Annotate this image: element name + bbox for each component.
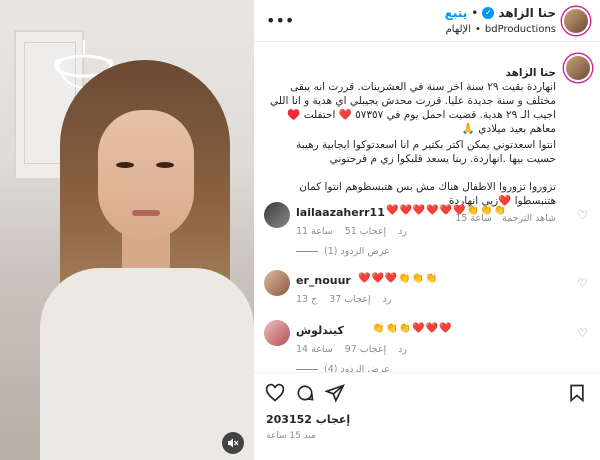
heart-icon[interactable] <box>264 383 286 405</box>
right-eye <box>156 162 174 168</box>
mouth <box>132 210 160 216</box>
volume-muted-icon[interactable] <box>222 432 244 454</box>
separator-dot: • <box>471 6 479 20</box>
caption-author[interactable]: حنا الزاهد <box>506 67 556 79</box>
likes-count[interactable]: 203152 إعجاب <box>266 413 350 426</box>
subtitle: الإلهام <box>445 24 471 35</box>
comment-item: lailaazaherr11 ❤️❤️❤️❤️❤️❤️👏👏👏 ساعة 11 إ… <box>254 202 600 262</box>
comments-scroll-area[interactable]: حنا الزاهد انهاردة بقيت ٢٩ سنة اخر سنة ف… <box>254 42 600 372</box>
comment-time: ج 13 <box>296 294 318 305</box>
separator-dot-2: • <box>474 24 481 35</box>
comment-avatar[interactable] <box>264 270 290 296</box>
comment-likes[interactable]: إعجاب 37 <box>329 294 370 305</box>
view-replies-label: عرض الردود (4) <box>324 364 390 372</box>
comment-like-heart-icon[interactable]: ♡ <box>577 276 588 290</box>
comment-meta: ج 13 إعجاب 37 رد <box>296 294 391 305</box>
comment-avatar[interactable] <box>264 320 290 346</box>
comment-username[interactable]: lailaazaherr11 <box>296 206 385 219</box>
post-header: ••• حنا الزاهد ✓ • يتبع الإلهام • bdProd… <box>254 0 600 42</box>
follow-button[interactable]: يتبع <box>445 6 468 20</box>
reply-button[interactable]: رد <box>383 294 392 305</box>
author-subline: الإلهام • bdProductions <box>445 24 556 35</box>
comment-username[interactable]: er_nouur <box>296 274 351 287</box>
author-line: حنا الزاهد ✓ • يتبع <box>445 6 556 20</box>
author-name[interactable]: حنا الزاهد <box>498 6 556 20</box>
comment-time: ساعة 11 <box>296 226 333 237</box>
comment-time: ساعة 14 <box>296 344 333 355</box>
posted-time: منذ 15 ساعة <box>266 431 316 441</box>
comment-text: ❤️❤️❤️❤️❤️❤️👏👏👏 <box>386 205 508 216</box>
author-block: حنا الزاهد ✓ • يتبع الإلهام • bdProducti… <box>445 6 556 35</box>
post-actions: 203152 إعجاب منذ 15 ساعة <box>254 372 600 460</box>
collaborator-link[interactable]: bdProductions <box>485 24 556 35</box>
left-eye <box>116 162 134 168</box>
post-modal: ••• حنا الزاهد ✓ • يتبع الإلهام • bdProd… <box>0 0 600 460</box>
caption-avatar[interactable] <box>564 54 592 82</box>
comment-avatar[interactable] <box>264 202 290 228</box>
reply-button[interactable]: رد <box>398 344 407 355</box>
comment-text: 👏👏👏❤️❤️❤️ <box>372 323 453 334</box>
more-horizontal-icon[interactable]: ••• <box>266 12 294 30</box>
comment-icon[interactable] <box>294 383 316 405</box>
replies-divider-line <box>296 251 318 252</box>
post-side-panel: ••• حنا الزاهد ✓ • يتبع الإلهام • bdProd… <box>254 0 600 460</box>
comment-like-heart-icon[interactable]: ♡ <box>577 208 588 222</box>
comment-likes[interactable]: إعجاب 51 <box>345 226 386 237</box>
video-frame <box>0 0 254 460</box>
caption-text-1: انهاردة بقيت ٢٩ سنة اخر سنة في العشرينات… <box>270 81 556 135</box>
share-icon[interactable] <box>324 383 346 405</box>
comment-username[interactable]: كيندلوش <box>296 324 344 337</box>
bookmark-icon[interactable] <box>566 383 588 405</box>
caption-paragraph-1: حنا الزاهد انهاردة بقيت ٢٩ سنة اخر سنة ف… <box>266 52 556 136</box>
sweater-shape <box>40 268 254 460</box>
comment-meta: ساعة 11 إعجاب 51 رد <box>296 226 407 237</box>
view-replies-button[interactable]: عرض الردود (1) <box>296 246 390 257</box>
face-shape <box>98 110 194 240</box>
comment-text: ❤️❤️❤️👏👏👏 <box>358 273 439 284</box>
reply-button[interactable]: رد <box>398 226 407 237</box>
view-replies-button[interactable]: عرض الردود (4) <box>296 364 390 372</box>
caption-paragraph-2: انتوا اسعدتوني يمكن اكتر بكتير م انا اسع… <box>296 139 556 165</box>
verified-badge-icon: ✓ <box>482 7 495 19</box>
post-video[interactable] <box>0 0 254 460</box>
comment-like-heart-icon[interactable]: ♡ <box>577 326 588 340</box>
comment-likes[interactable]: إعجاب 97 <box>345 344 386 355</box>
comment-meta: ساعة 14 إعجاب 97 رد <box>296 344 407 355</box>
replies-divider-line <box>296 369 318 370</box>
view-replies-label: عرض الردود (1) <box>324 246 390 257</box>
caption: حنا الزاهد انهاردة بقيت ٢٩ سنة اخر سنة ف… <box>266 52 556 226</box>
comment-item: كيندلوش 👏👏👏❤️❤️❤️ ساعة 14 إعجاب 97 رد ♡ … <box>254 320 600 372</box>
author-avatar[interactable] <box>562 7 590 35</box>
